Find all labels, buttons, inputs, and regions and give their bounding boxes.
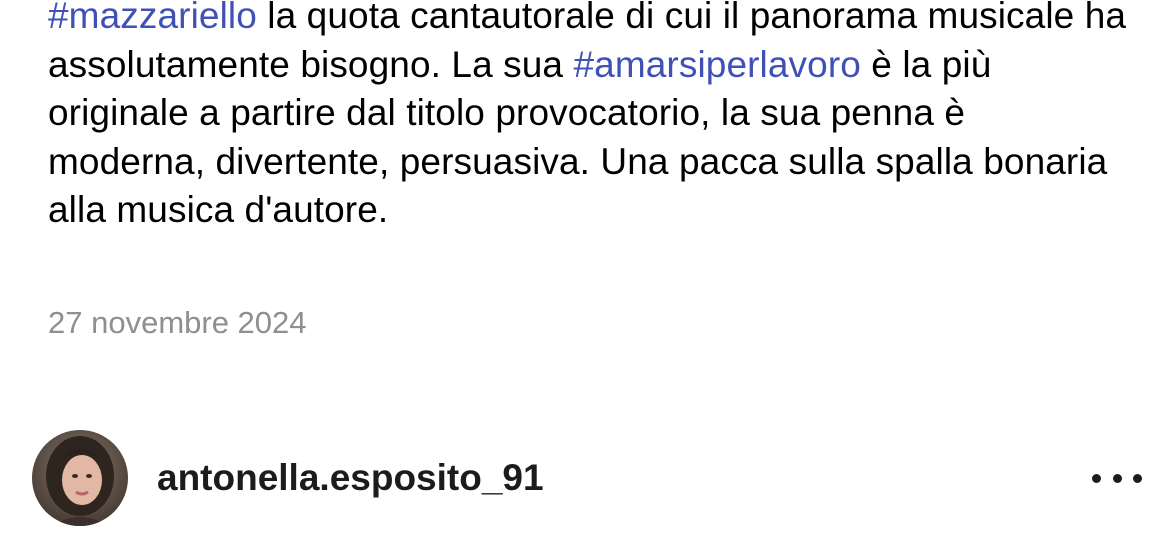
avatar[interactable] (32, 430, 128, 526)
post-caption: #mazzariello la quota cantautorale di cu… (48, 0, 1128, 235)
post-header: antonella.esposito_91 (32, 430, 1142, 526)
dot (1133, 473, 1142, 483)
avatar-photo-icon (32, 430, 128, 526)
dot (1092, 473, 1101, 483)
more-horizontal-icon[interactable] (1092, 458, 1142, 498)
dot (1112, 473, 1122, 483)
hashtag-link[interactable]: #amarsiperlavoro (573, 44, 860, 85)
username[interactable]: antonella.esposito_91 (157, 454, 544, 502)
hashtag-link[interactable]: #mazzariello (48, 0, 257, 36)
post-date: 27 novembre 2024 (48, 305, 307, 340)
